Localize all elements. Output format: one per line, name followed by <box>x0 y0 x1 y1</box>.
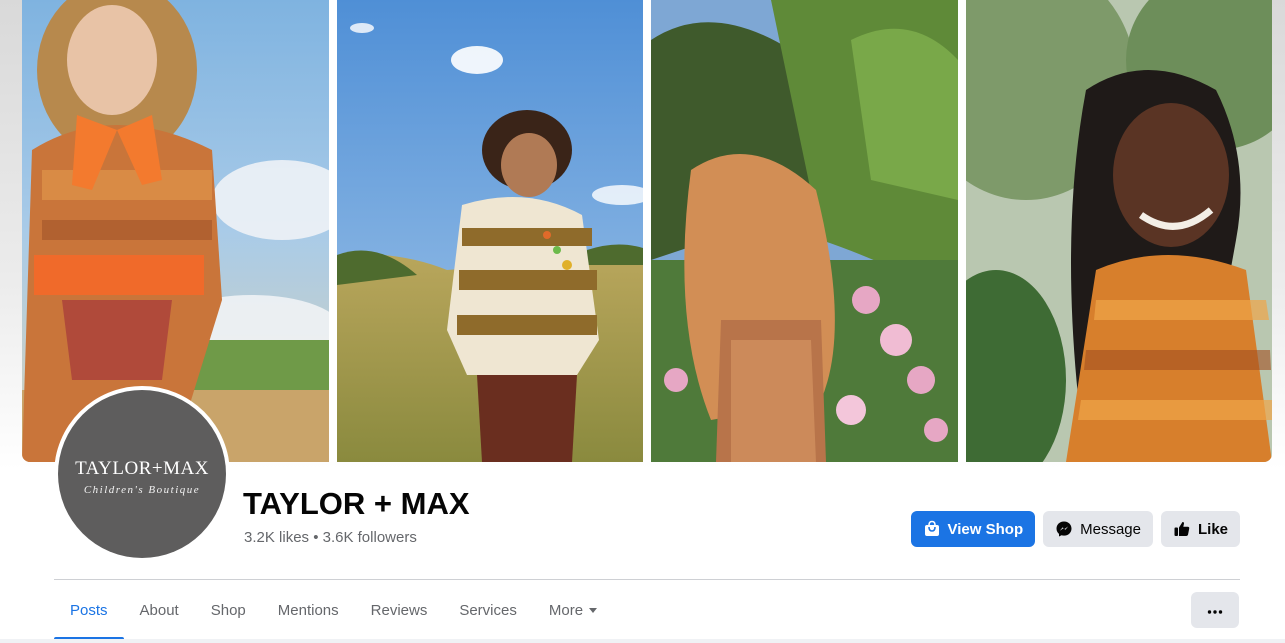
view-shop-label: View Shop <box>947 520 1024 538</box>
cover-photo-panel-2 <box>337 0 643 462</box>
shopping-bag-icon <box>923 520 941 538</box>
brand-logo: TAYLOR+MAX Children's Boutique <box>58 390 226 558</box>
header-bottom-border <box>0 639 1285 643</box>
cover-photo[interactable] <box>22 0 1272 462</box>
more-options-button[interactable] <box>1191 592 1239 628</box>
message-label: Message <box>1080 520 1141 538</box>
thumbs-up-icon <box>1173 520 1191 538</box>
cover-photo-panel-4 <box>966 0 1272 462</box>
message-button[interactable]: Message <box>1043 511 1153 547</box>
page-title[interactable]: TAYLOR + MAX <box>243 486 470 522</box>
tab-mentions[interactable]: Mentions <box>262 580 355 640</box>
cover-photo-panel-3 <box>651 0 958 462</box>
tab-more-label: More <box>548 601 584 619</box>
tab-more[interactable]: More <box>533 580 613 640</box>
tab-services[interactable]: Services <box>443 580 533 640</box>
like-label: Like <box>1197 520 1228 538</box>
like-button[interactable]: Like <box>1160 511 1240 547</box>
page-stats[interactable]: 3.2K likes • 3.6K followers <box>244 529 417 546</box>
profile-avatar[interactable]: TAYLOR+MAX Children's Boutique <box>54 386 230 562</box>
view-shop-button[interactable]: View Shop <box>910 511 1036 547</box>
caret-down-icon <box>589 607 598 613</box>
logo-wordmark: TAYLOR+MAX <box>75 458 209 479</box>
facebook-page-header: TAYLOR+MAX Children's Boutique TAYLOR + … <box>0 0 1285 643</box>
messenger-icon <box>1055 520 1073 538</box>
tab-about[interactable]: About <box>124 580 195 640</box>
page-actions: View Shop Message Like <box>910 511 1240 547</box>
tab-shop[interactable]: Shop <box>195 580 262 640</box>
logo-tagline: Children's Boutique <box>83 484 201 496</box>
ellipsis-icon <box>1207 601 1223 619</box>
page-tabs: Posts About Shop Mentions Reviews Servic… <box>54 580 613 640</box>
tab-posts[interactable]: Posts <box>54 580 124 640</box>
tab-reviews[interactable]: Reviews <box>355 580 444 640</box>
